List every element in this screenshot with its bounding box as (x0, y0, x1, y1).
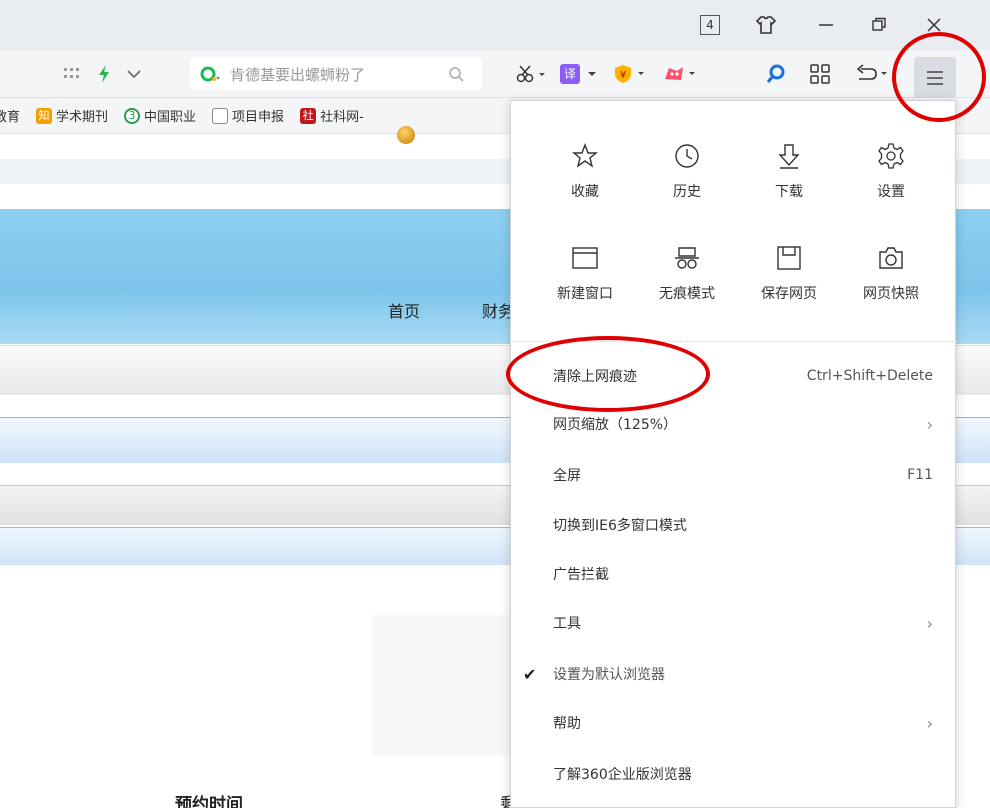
shield-icon[interactable]: ¥ (612, 50, 648, 98)
bookmark-item[interactable]: 教育 (0, 106, 20, 125)
bookmark-label: 社科网- (320, 110, 364, 125)
apps-grid-icon[interactable] (810, 50, 830, 98)
menu-fullscreen[interactable]: 全屏 F11 (511, 450, 957, 500)
chevron-right-icon: › (926, 414, 933, 434)
menu-item-label: 广告拦截 (553, 567, 609, 583)
translate-button[interactable]: 译 (560, 50, 598, 98)
chevron-right-icon: › (926, 713, 933, 733)
menu-downloads[interactable]: 下载 (739, 143, 839, 201)
find-icon[interactable] (765, 50, 787, 98)
menu-default-browser[interactable]: ✔ 设置为默认浏览器 (511, 649, 957, 699)
menu-settings[interactable]: 设置 (841, 143, 941, 201)
menu-shortcut: F11 (907, 467, 933, 483)
bookmark-label: 中国职业 (144, 110, 197, 125)
hamburger-menu-icon (927, 71, 943, 85)
translate-icon: 译 (560, 64, 580, 84)
menu-ie6-mode[interactable]: 切换到IE6多窗口模式 (511, 500, 957, 550)
menu-quick-grid: 收藏 历史 下载 设置 新建窗口 无痕模式 保存网页 网页快照 (511, 101, 957, 341)
game-icon[interactable] (662, 50, 698, 98)
menu-zoom[interactable]: 网页缩放（125%） › (511, 399, 957, 449)
shirt-icon[interactable] (752, 12, 780, 38)
camera-icon (879, 247, 903, 269)
search-engine-icon[interactable] (200, 65, 222, 83)
bookmark-item[interactable]: 知学术期刊 (36, 106, 108, 125)
toolbar: 肯德基要出螺蛳粉了 译 ¥ (0, 50, 990, 98)
star-icon (572, 143, 598, 168)
search-icon[interactable] (448, 66, 464, 82)
menu-screenshot[interactable]: 网页快照 (841, 245, 941, 303)
content-box (372, 615, 512, 755)
clock-icon (675, 144, 699, 168)
chevron-right-icon: › (926, 613, 933, 633)
browser-main-menu: 收藏 历史 下载 设置 新建窗口 无痕模式 保存网页 网页快照 清除上网痕迹 C… (510, 100, 957, 808)
circle-logo-icon: 3 (124, 107, 141, 124)
restore-icon[interactable] (865, 12, 893, 38)
download-icon (778, 144, 800, 169)
checkmark-icon: ✔ (523, 664, 537, 684)
page-label: 预约时间 (175, 795, 243, 808)
menu-grid-label: 设置 (877, 184, 905, 200)
menu-shortcut: Ctrl+Shift+Delete (806, 368, 933, 384)
menu-grid-label: 保存网页 (761, 286, 817, 302)
lightning-icon[interactable] (97, 50, 111, 98)
menu-grid-label: 无痕模式 (659, 286, 715, 302)
menu-enterprise[interactable]: 了解360企业版浏览器 (511, 749, 957, 799)
bookmark-item[interactable]: 社社科网- (300, 106, 364, 125)
menu-incognito[interactable]: 无痕模式 (637, 245, 737, 303)
menu-item-label: 设置为默认浏览器 (553, 667, 665, 683)
menu-favorites[interactable]: 收藏 (535, 143, 635, 201)
menu-grid-label: 下载 (775, 184, 803, 200)
search-placeholder: 肯德基要出螺蛳粉了 (230, 65, 366, 84)
search-input[interactable]: 肯德基要出螺蛳粉了 (190, 58, 482, 90)
bookmark-label: 学术期刊 (56, 110, 109, 125)
page-icon (212, 107, 229, 124)
menu-new-window[interactable]: 新建窗口 (535, 245, 635, 303)
new-window-icon (572, 247, 598, 269)
menu-clear-history[interactable]: 清除上网痕迹 Ctrl+Shift+Delete (511, 351, 957, 401)
gear-icon (878, 143, 904, 169)
menu-item-label: 全屏 (553, 468, 581, 484)
menu-history[interactable]: 历史 (637, 143, 737, 201)
undo-close-icon[interactable] (855, 50, 889, 98)
menu-divider (511, 341, 957, 342)
menu-grid-label: 收藏 (571, 184, 599, 200)
zhi-icon: 知 (36, 107, 53, 124)
menu-grid-label: 网页快照 (863, 286, 919, 302)
main-menu-button[interactable] (914, 57, 956, 99)
close-icon[interactable] (920, 12, 948, 38)
menu-grid-label: 历史 (673, 184, 701, 200)
title-bar: 4 (0, 0, 990, 50)
bookmark-item[interactable]: 3 中国职业 (124, 106, 196, 125)
scissors-icon[interactable] (515, 50, 549, 98)
menu-item-label: 网页缩放（125%） (553, 417, 678, 433)
grid-dots-icon[interactable] (64, 50, 80, 98)
menu-grid-label: 新建窗口 (557, 286, 613, 302)
incognito-icon (675, 247, 699, 269)
svg-text:¥: ¥ (620, 70, 626, 81)
menu-item-label: 工具 (553, 616, 581, 632)
bookmark-label: 教育 (0, 110, 21, 125)
menu-item-label: 清除上网痕迹 (553, 369, 637, 385)
social-science-icon: 社 (300, 107, 317, 124)
menu-help[interactable]: 帮助 › (511, 698, 957, 748)
bookmark-label: 项目申报 (232, 110, 285, 125)
nav-orb-icon (397, 126, 415, 144)
nav-home-link[interactable]: 首页 (388, 298, 420, 322)
menu-save-page[interactable]: 保存网页 (739, 245, 839, 303)
minimize-icon[interactable] (812, 12, 840, 38)
menu-tools[interactable]: 工具 › (511, 598, 957, 648)
chevron-down-icon[interactable] (127, 50, 141, 98)
menu-item-label: 了解360企业版浏览器 (553, 767, 692, 783)
menu-adblock[interactable]: 广告拦截 (511, 549, 957, 599)
menu-item-label: 切换到IE6多窗口模式 (553, 518, 687, 534)
browser-screenshot: 4 肯德基要出螺蛳粉了 译 ¥ 教育 知 学术期刊 3 中国职业 项目申报 社 … (0, 0, 990, 808)
bookmark-item[interactable]: 项目申报 (212, 106, 284, 125)
menu-item-label: 帮助 (553, 716, 581, 732)
tab-count-badge[interactable]: 4 (700, 15, 720, 35)
save-page-icon (777, 246, 801, 270)
